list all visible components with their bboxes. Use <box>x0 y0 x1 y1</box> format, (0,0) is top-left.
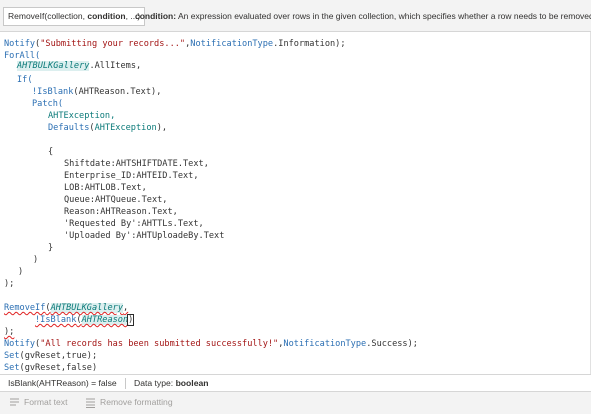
format-toolbar: Format text Remove formatting <box>0 392 591 414</box>
code-line-7: AHTException, <box>48 111 116 121</box>
code-line-3: AHTBULKGallery.AllItems, <box>17 61 142 71</box>
parameter-description-text: An expression evaluated over rows in the… <box>176 11 591 21</box>
parameter-description: condition: An expression evaluated over … <box>135 7 591 26</box>
format-text-button[interactable]: Format text <box>9 397 67 408</box>
format-text-icon <box>10 398 19 406</box>
code-line-18: ) <box>33 255 39 265</box>
code-line-12: LOB:AHTLOB.Text, <box>64 183 147 193</box>
code-line-16: 'Uploaded By':AHTUploadeBy.Text <box>64 231 225 241</box>
code-line-10: Shiftdate:AHTSHIFTDATE.Text, <box>64 159 209 169</box>
code-line-11: Enterprise_ID:AHTEID.Text, <box>64 171 199 181</box>
code-line-5: !IsBlank(AHTReason.Text), <box>32 87 162 97</box>
code-line-13: Queue:AHTQueue.Text, <box>64 195 168 205</box>
code-line-25: Set(gvReset,true); <box>4 351 98 361</box>
format-text-label: Format text <box>24 397 68 407</box>
remove-formatting-button[interactable]: Remove formatting <box>85 397 173 408</box>
formula-result-bar: IsBlank(AHTReason) = false Data type: bo… <box>0 374 591 392</box>
code-line-19: ) <box>18 267 24 277</box>
code-line-14: Reason:AHTReason.Text, <box>64 207 178 217</box>
signature-active-param: condition <box>87 11 126 21</box>
data-type-info: Data type: boolean <box>134 378 209 388</box>
code-line-26: Set(gvReset,false) <box>4 363 98 373</box>
result-expression: IsBlank(AHTReason) = false <box>8 378 117 388</box>
data-type-value: boolean <box>175 378 209 388</box>
code-line-20: ); <box>4 279 15 289</box>
data-type-label: Data type: <box>134 378 176 388</box>
parameter-description-label: condition: <box>135 11 177 21</box>
code-line-9: { <box>48 147 54 157</box>
code-line-4: If( <box>17 75 33 85</box>
code-line-21: RemoveIf(AHTBULKGallery, <box>4 303 129 313</box>
code-line-23: ); <box>4 327 15 337</box>
remove-formatting-label: Remove formatting <box>100 397 173 407</box>
code-line-8: Defaults(AHTException), <box>48 123 168 133</box>
code-line-15: 'Requested By':AHTTLs.Text, <box>64 219 204 229</box>
code-line-22: !IsBlank(AHTReason) <box>35 314 135 326</box>
code-line-24: Notify("All records has been submitted s… <box>4 339 418 349</box>
code-line-17: } <box>48 243 54 253</box>
function-signature-tab[interactable]: RemoveIf(collection, condition, ...) <box>3 7 146 26</box>
signature-prefix: RemoveIf(collection, <box>8 11 88 21</box>
code-line-6: Patch( <box>32 99 64 109</box>
formula-editor[interactable]: Notify("Submitting your records...",Noti… <box>0 32 591 374</box>
code-line-1: Notify("Submitting your records...",Noti… <box>4 39 346 49</box>
result-separator <box>125 378 126 389</box>
function-signature-bar: RemoveIf(collection, condition, ...) con… <box>0 0 591 32</box>
remove-formatting-icon <box>86 398 95 408</box>
